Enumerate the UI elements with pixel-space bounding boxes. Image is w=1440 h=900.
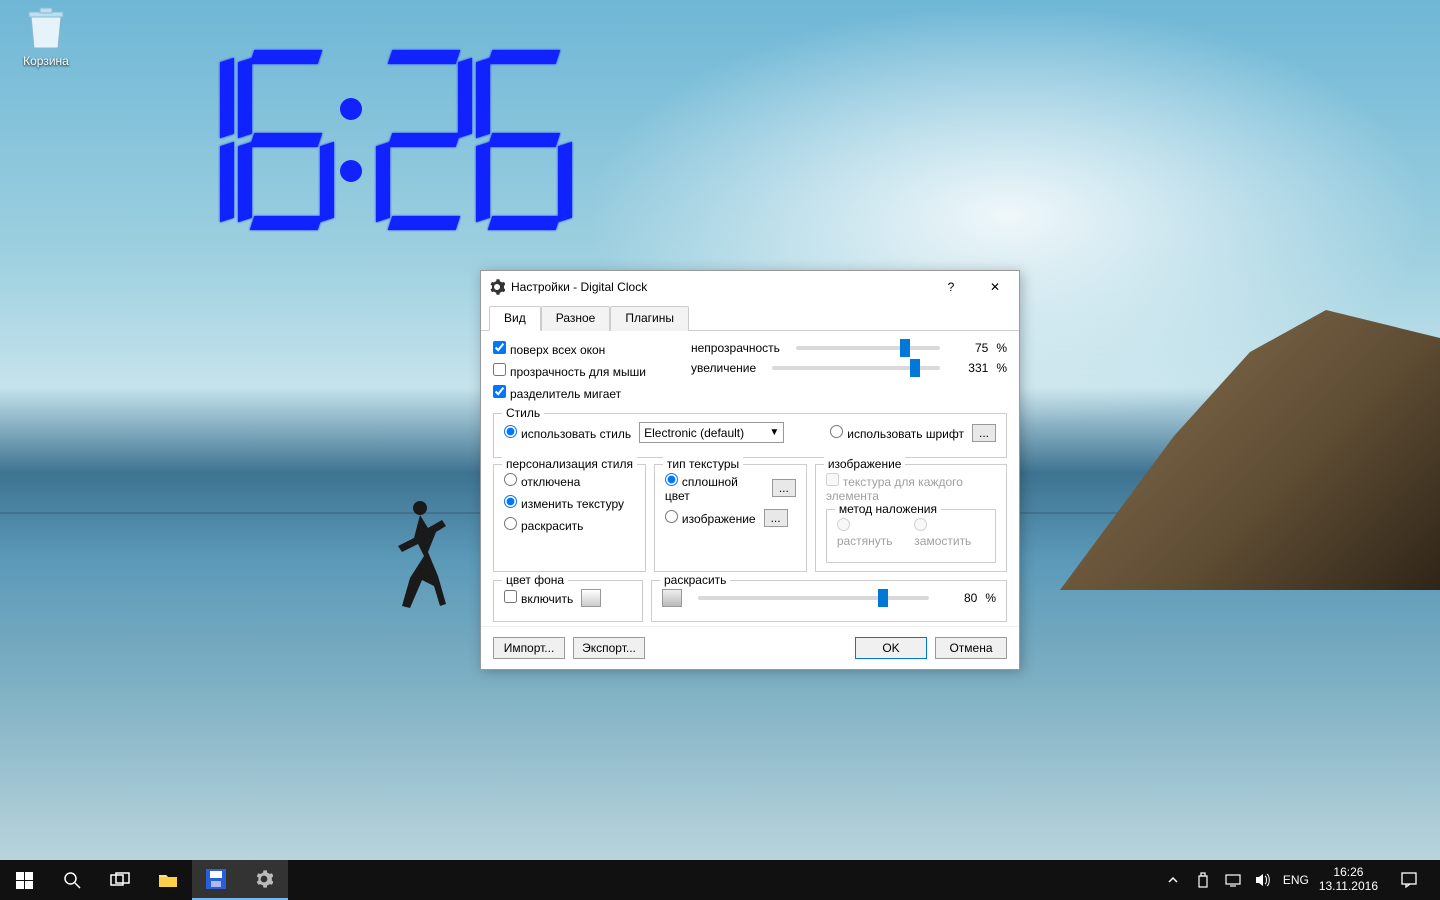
close-icon: ✕ xyxy=(990,280,1000,294)
wallpaper-rock xyxy=(1060,310,1440,590)
colorize-slider[interactable] xyxy=(698,596,929,600)
style-group: Стиль использовать стиль Electronic (def… xyxy=(493,413,1007,458)
clock-separator xyxy=(340,50,370,230)
tab-misc[interactable]: Разное xyxy=(541,306,611,331)
tray-language[interactable]: ENG xyxy=(1283,873,1309,887)
digit-1 xyxy=(140,50,232,230)
personalization-group: персонализация стиля отключена изменить … xyxy=(493,464,646,572)
tray-volume-icon[interactable] xyxy=(1253,870,1273,890)
gear-icon xyxy=(489,279,505,295)
font-browse-button[interactable]: ... xyxy=(972,424,996,442)
radio-use-font[interactable]: использовать шрифт xyxy=(830,425,964,441)
colorize-value: 80 xyxy=(945,591,977,605)
checkbox-separator-blinks[interactable]: разделитель мигает xyxy=(493,385,621,401)
dialog-body: поверх всех окон прозрачность для мыши р… xyxy=(481,331,1019,626)
tray-chevron-up-icon[interactable] xyxy=(1163,870,1183,890)
image-group: изображение текстура для каждого элемент… xyxy=(815,464,1007,572)
radio-pers-texture[interactable]: изменить текстуру xyxy=(504,495,624,511)
colorize-chip[interactable] xyxy=(662,589,682,607)
settings-dialog: Настройки - Digital Clock ? ✕ Вид Разное… xyxy=(480,270,1020,670)
tab-view[interactable]: Вид xyxy=(489,306,541,331)
tray-network-icon[interactable] xyxy=(1223,870,1243,890)
dialog-footer: Импорт... Экспорт... OK Отмена xyxy=(481,626,1019,669)
task-view-icon[interactable] xyxy=(96,860,144,900)
system-tray: ENG 16:26 13.11.2016 xyxy=(1163,860,1440,900)
opacity-label: непрозрачность xyxy=(691,341,780,355)
app-icon-settings[interactable] xyxy=(240,860,288,900)
zoom-slider[interactable] xyxy=(772,366,940,370)
radio-tex-image[interactable]: изображение xyxy=(665,510,756,526)
digit-6b xyxy=(478,50,570,230)
file-explorer-icon[interactable] xyxy=(144,860,192,900)
zoom-value: 331 xyxy=(956,361,988,375)
colorize-group: раскрасить 80 % xyxy=(651,580,1007,622)
tray-clock[interactable]: 16:26 13.11.2016 xyxy=(1319,866,1378,894)
export-button[interactable]: Экспорт... xyxy=(573,637,645,659)
tray-usb-icon[interactable] xyxy=(1193,870,1213,890)
checkbox-on-top[interactable]: поверх всех окон xyxy=(493,341,605,357)
bg-color-group: цвет фона включить xyxy=(493,580,643,622)
solid-color-button[interactable]: ... xyxy=(772,479,796,497)
radio-pers-off[interactable]: отключена xyxy=(504,473,580,489)
close-button[interactable]: ✕ xyxy=(973,272,1017,302)
checkbox-mouse-transparency[interactable]: прозрачность для мыши xyxy=(493,363,646,379)
tab-row: Вид Разное Плагины xyxy=(481,305,1019,331)
opacity-slider[interactable] xyxy=(796,346,940,350)
app-icon-floppy[interactable] xyxy=(192,860,240,900)
radio-use-style[interactable]: использовать стиль xyxy=(504,425,631,441)
dialog-title: Настройки - Digital Clock xyxy=(511,280,929,294)
taskbar[interactable]: ENG 16:26 13.11.2016 xyxy=(0,860,1440,900)
checkbox-texture-per-element: текстура для каждого элемента xyxy=(826,473,996,503)
action-center-icon[interactable] xyxy=(1388,860,1430,900)
search-icon[interactable] xyxy=(48,860,96,900)
ok-button[interactable]: OK xyxy=(855,637,927,659)
opacity-value: 75 xyxy=(956,341,988,355)
radio-pers-colorize[interactable]: раскрасить xyxy=(504,517,583,533)
tex-image-button[interactable]: ... xyxy=(764,509,788,527)
texture-type-group: тип текстуры сплошной цвет... изображени… xyxy=(654,464,807,572)
radio-tex-solid[interactable]: сплошной цвет xyxy=(665,473,764,503)
titlebar[interactable]: Настройки - Digital Clock ? ✕ xyxy=(481,271,1019,303)
digit-2 xyxy=(378,50,470,230)
chevron-down-icon: ▼ xyxy=(769,427,779,438)
bg-color-chip[interactable] xyxy=(581,589,601,607)
blend-group: метод наложения растянуть замостить xyxy=(826,509,996,563)
style-select[interactable]: Electronic (default) ▼ xyxy=(639,422,784,443)
start-button[interactable] xyxy=(0,860,48,900)
checkbox-bg-enable[interactable]: включить xyxy=(504,590,573,606)
import-button[interactable]: Импорт... xyxy=(493,637,565,659)
digit-6 xyxy=(240,50,332,230)
zoom-label: увеличение xyxy=(691,361,756,375)
help-button[interactable]: ? xyxy=(929,272,973,302)
digital-clock-widget[interactable] xyxy=(140,50,570,230)
wallpaper-runner xyxy=(380,498,450,608)
tab-plugins[interactable]: Плагины xyxy=(610,306,689,331)
recycle-bin-icon[interactable]: Корзина xyxy=(14,6,78,68)
cancel-button[interactable]: Отмена xyxy=(935,637,1007,659)
radio-blend-tile: замостить xyxy=(914,518,985,548)
recycle-bin-label: Корзина xyxy=(14,54,78,68)
desktop[interactable]: Корзина Настройки - Digital Clock ? ✕ Ви… xyxy=(0,0,1440,860)
radio-blend-stretch: растянуть xyxy=(837,518,906,548)
